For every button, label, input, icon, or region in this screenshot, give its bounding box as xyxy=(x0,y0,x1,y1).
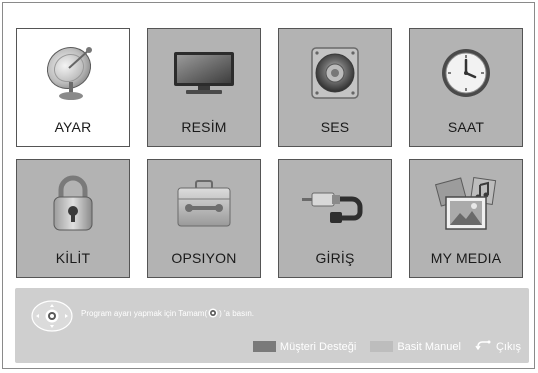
menu-tile-ayar[interactable]: AYAR xyxy=(16,28,130,147)
media-photos-icon xyxy=(410,172,522,236)
toolbox-icon xyxy=(148,172,260,236)
tile-label: SAAT xyxy=(447,119,485,135)
info-bar: Program ayarı yapmak için Tamam( ) 'a ba… xyxy=(15,288,529,363)
speaker-icon xyxy=(279,41,391,105)
menu-tile-ses[interactable]: SES xyxy=(278,28,392,147)
customer-support-label: Müşteri Desteği xyxy=(279,340,357,353)
simple-manual-label: Basit Manuel xyxy=(397,340,461,353)
tile-label: KİLİT xyxy=(55,250,91,266)
help-text-before: Program ayarı yapmak için Tamam( xyxy=(81,308,208,318)
tile-label: SES xyxy=(320,119,350,135)
av-cable-icon xyxy=(279,172,391,236)
back-arrow-icon xyxy=(475,340,491,353)
light-key-swatch xyxy=(370,341,394,352)
navigation-ok-icon xyxy=(31,300,73,332)
tile-label: RESİM xyxy=(181,119,227,135)
settings-menu-window: AYAR RESİM SES SAAT KİLİT OPSIYON GİRİŞ … xyxy=(2,2,535,369)
menu-tile-saat[interactable]: SAAT xyxy=(409,28,523,147)
clock-icon xyxy=(410,41,522,105)
menu-tile-kilit[interactable]: KİLİT xyxy=(16,159,130,278)
tile-label: GİRİŞ xyxy=(315,250,355,266)
menu-grid: AYAR RESİM SES SAAT KİLİT OPSIYON GİRİŞ … xyxy=(16,28,523,278)
menu-tile-giris[interactable]: GİRİŞ xyxy=(278,159,392,278)
menu-tile-resim[interactable]: RESİM xyxy=(147,28,261,147)
exit-button[interactable]: Çıkış xyxy=(475,340,521,353)
tile-label: OPSIYON xyxy=(171,250,237,266)
menu-tile-my-media[interactable]: MY MEDIA xyxy=(409,159,523,278)
ok-button-icon xyxy=(208,308,218,318)
menu-tile-opsiyon[interactable]: OPSIYON xyxy=(147,159,261,278)
tile-label: AYAR xyxy=(54,119,92,135)
simple-manual-button[interactable]: Basit Manuel xyxy=(370,341,461,353)
padlock-icon xyxy=(17,172,129,236)
grey-key-swatch xyxy=(252,341,276,352)
legend-bar: Müşteri Desteği Basit Manuel Çıkış xyxy=(239,340,521,353)
exit-label: Çıkış xyxy=(495,340,521,353)
help-text: Program ayarı yapmak için Tamam( ) 'a ba… xyxy=(81,308,254,318)
help-text-after: ) 'a basın. xyxy=(219,308,255,318)
satellite-dish-icon xyxy=(17,41,129,105)
tv-monitor-icon xyxy=(148,41,260,105)
customer-support-button[interactable]: Müşteri Desteği xyxy=(252,340,357,353)
tile-label: MY MEDIA xyxy=(430,250,502,266)
